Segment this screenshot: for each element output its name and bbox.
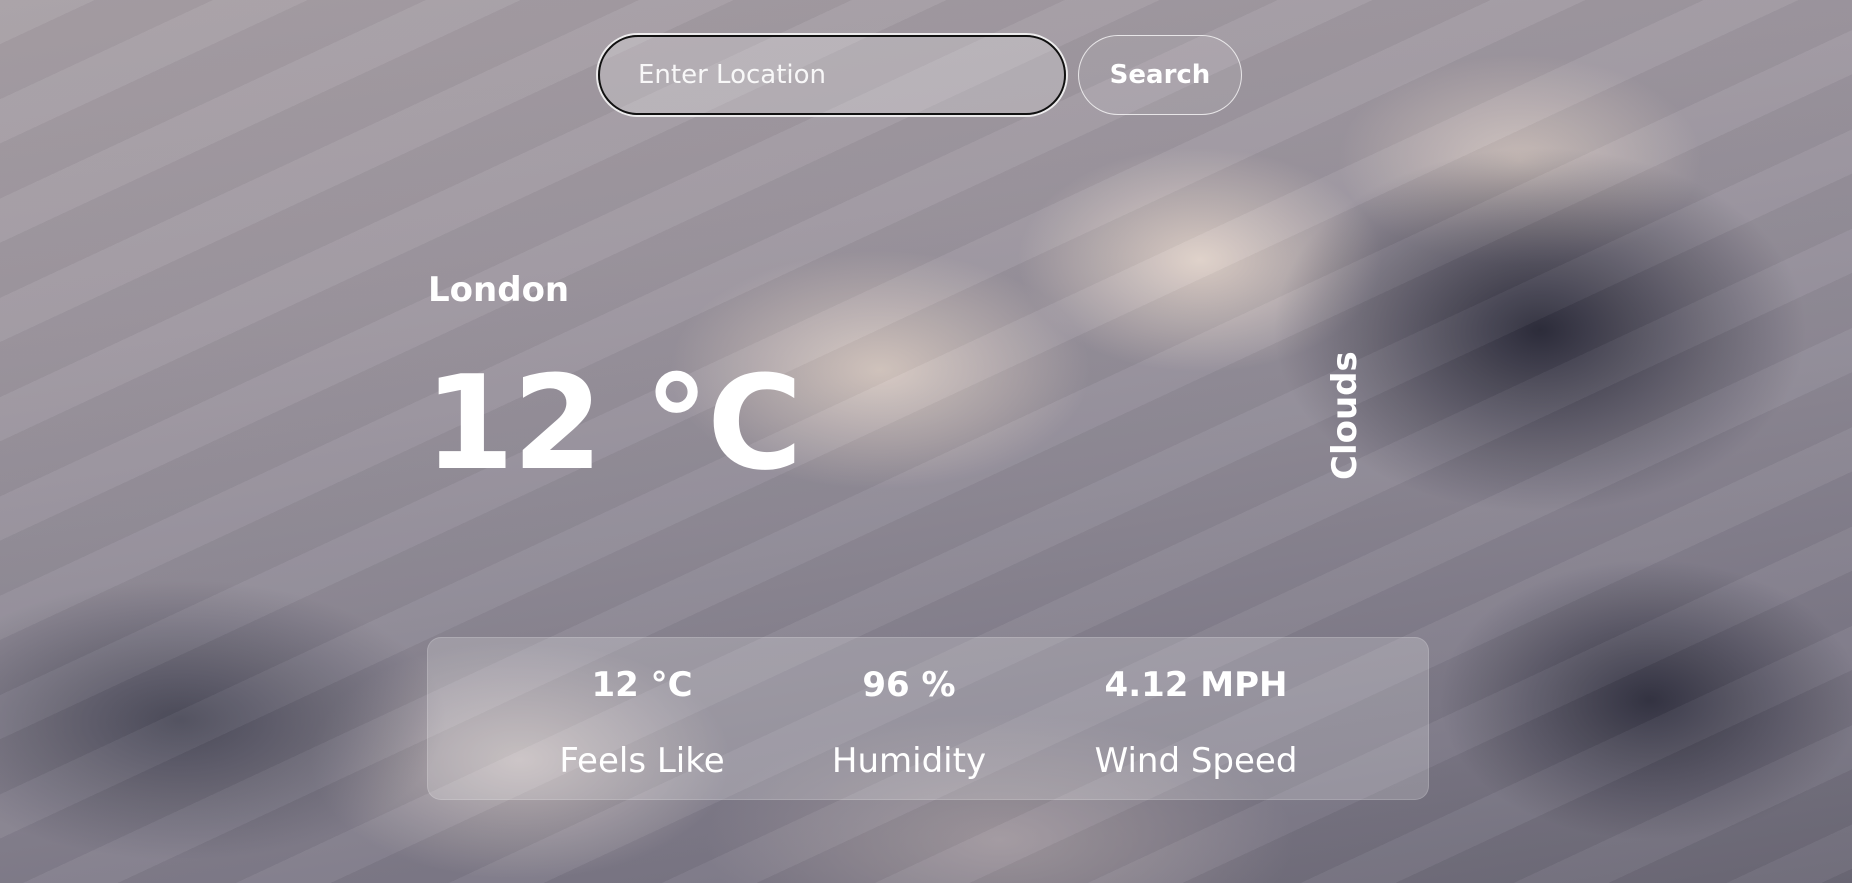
humidity-label: Humidity bbox=[831, 741, 987, 781]
feels-like-label: Feels Like bbox=[559, 741, 725, 781]
wind-speed-stat: 4.12 MPH Wind Speed bbox=[1066, 658, 1326, 778]
humidity-stat: 96 % Humidity bbox=[779, 658, 1039, 778]
humidity-value: 96 % bbox=[862, 665, 956, 705]
feels-like-value: 12 °C bbox=[591, 665, 693, 705]
search-button[interactable]: Search bbox=[1078, 35, 1242, 115]
search-bar: Search bbox=[598, 35, 1242, 115]
location-search-input[interactable] bbox=[598, 35, 1066, 115]
feels-like-stat: 12 °C Feels Like bbox=[512, 658, 772, 778]
city-name: London bbox=[428, 270, 570, 310]
wind-speed-value: 4.12 MPH bbox=[1104, 665, 1288, 705]
wind-speed-label: Wind Speed bbox=[1094, 741, 1298, 781]
current-temperature: 12 °C bbox=[424, 347, 803, 499]
weather-condition: Clouds bbox=[1325, 351, 1365, 480]
weather-stats-panel: 12 °C Feels Like 96 % Humidity 4.12 MPH … bbox=[427, 637, 1429, 800]
